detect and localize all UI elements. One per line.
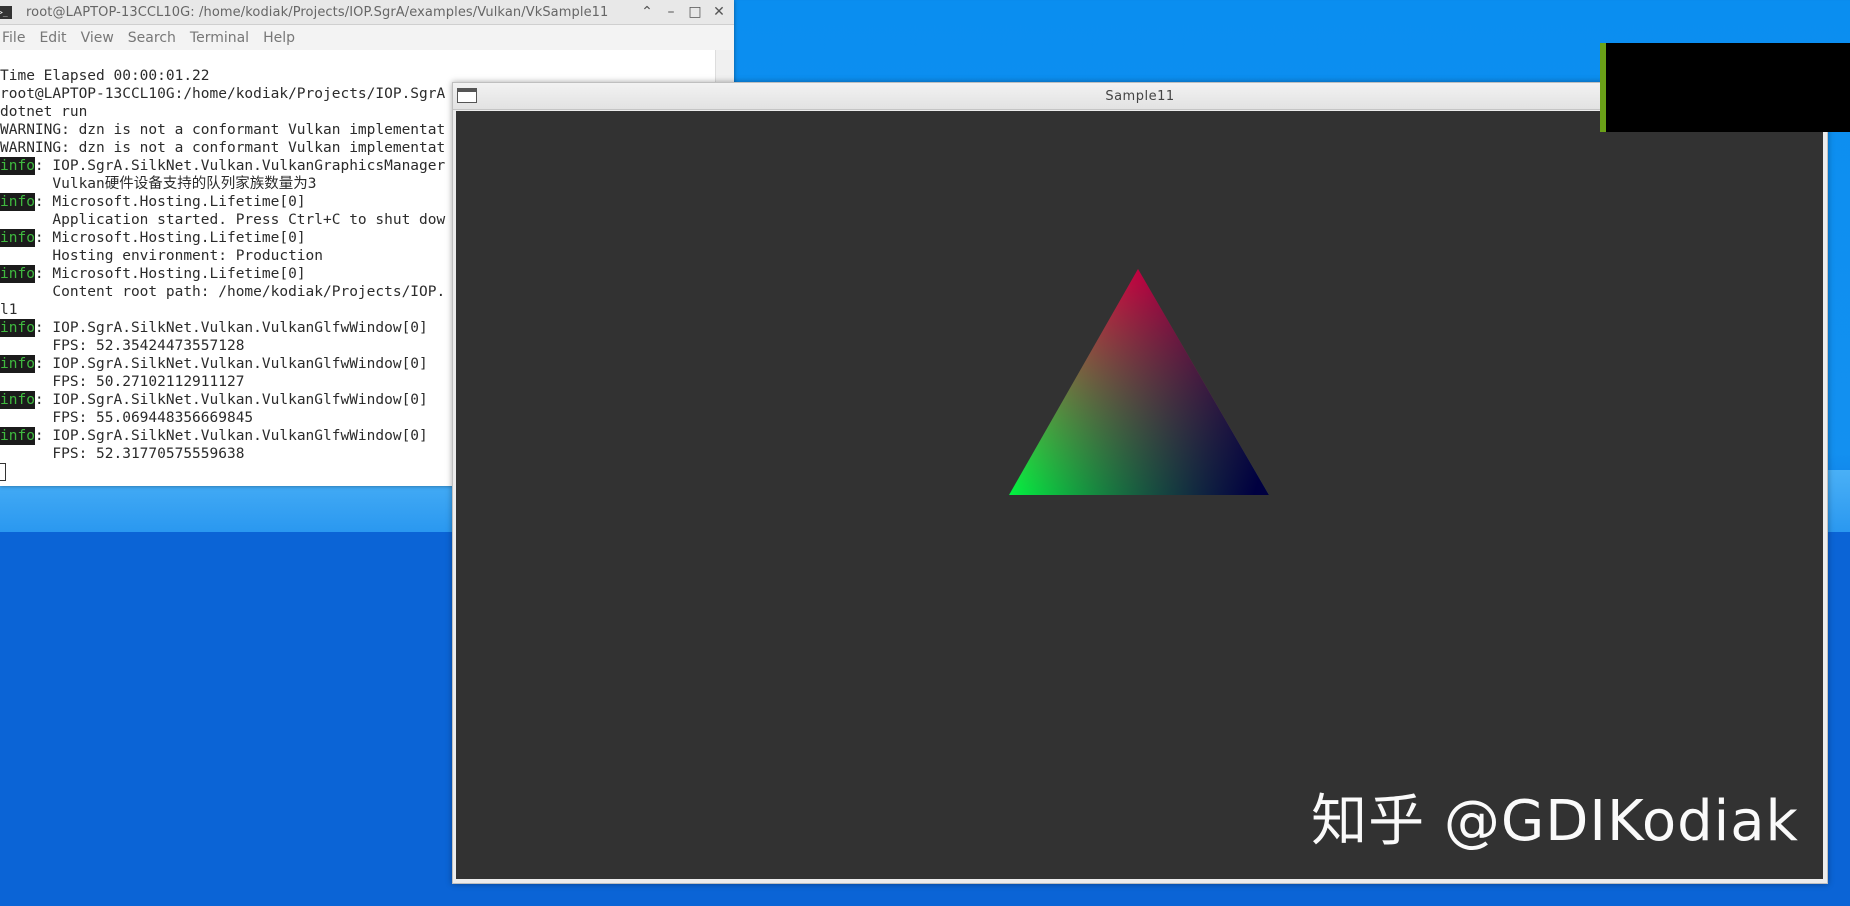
terminal-line-text: WARNING: dzn is not a conformant Vulkan … — [0, 140, 446, 156]
terminal-line-text: Content root path: /home/kodiak/Projects… — [0, 284, 446, 300]
menu-help[interactable]: Help — [259, 30, 305, 46]
terminal-app-icon: >_ — [0, 5, 12, 19]
triangle-canvas — [1009, 269, 1269, 495]
terminal-line-text: : IOP.SgrA.SilkNet.Vulkan.VulkanGlfwWind… — [34, 320, 428, 336]
terminal-cursor — [0, 463, 6, 481]
watermark: 知乎 @GDIKodiak — [1311, 789, 1799, 854]
terminal-line-text: : IOP.SgrA.SilkNet.Vulkan.VulkanGlfwWind… — [34, 428, 428, 444]
terminal-line-text: : Microsoft.Hosting.Lifetime[0] — [34, 194, 306, 210]
window-icon[interactable] — [457, 88, 477, 103]
menu-view[interactable]: View — [77, 30, 124, 46]
terminal-line-text: FPS: 55.069448356669845 — [0, 410, 254, 426]
terminal-line-text: Vulkan硬件设备支持的队列家族数量为3 — [0, 176, 317, 192]
log-level-tag: info — [0, 391, 35, 409]
terminal-line-text: WARNING: dzn is not a conformant Vulkan … — [0, 122, 446, 138]
terminal-line-text: Time Elapsed 00:00:01.22 — [0, 68, 210, 84]
terminal-line-text: : Microsoft.Hosting.Lifetime[0] — [34, 266, 306, 282]
chevron-up-icon[interactable]: ⌃ — [640, 4, 654, 20]
close-icon[interactable]: ✕ — [712, 4, 726, 20]
terminal-line-text: dotnet run — [0, 104, 88, 120]
terminal-line-text: Hosting environment: Production — [0, 248, 324, 264]
terminal-line-text: : IOP.SgrA.SilkNet.Vulkan.VulkanGlfwWind… — [34, 356, 428, 372]
terminal-line-text: FPS: 52.31770575559638 — [0, 446, 245, 462]
terminal-line-text: : Microsoft.Hosting.Lifetime[0] — [34, 230, 306, 246]
terminal-line-text: : IOP.SgrA.SilkNet.Vulkan.VulkanGraphics… — [34, 158, 446, 174]
terminal-titlebar[interactable]: >_ root@LAPTOP-13CCL10G: /home/kodiak/Pr… — [0, 0, 734, 25]
terminal-line-text: l1 — [0, 302, 18, 318]
vulkan-viewport[interactable]: 知乎 @GDIKodiak — [456, 111, 1823, 879]
log-level-tag: info — [0, 265, 35, 283]
log-level-tag: info — [0, 355, 35, 373]
terminal-window-controls: ⌃ – □ ✕ — [640, 4, 726, 20]
terminal-line-text: Application started. Press Ctrl+C to shu… — [0, 212, 446, 228]
overlay-black-panel — [1600, 43, 1850, 132]
log-level-tag: info — [0, 319, 35, 337]
terminal-line-text: : IOP.SgrA.SilkNet.Vulkan.VulkanGlfwWind… — [34, 392, 428, 408]
log-level-tag: info — [0, 229, 35, 247]
log-level-tag: info — [0, 157, 35, 175]
terminal-line-text: FPS: 52.35424473557128 — [0, 338, 245, 354]
log-level-tag: info — [0, 193, 35, 211]
menu-file[interactable]: File — [0, 30, 35, 46]
terminal-line-text: root@LAPTOP-13CCL10G:/home/kodiak/Projec… — [0, 86, 446, 102]
menu-search[interactable]: Search — [124, 30, 186, 46]
sample-window[interactable]: Sample11 知乎 @GDIKodiak — [452, 82, 1828, 884]
log-level-tag: info — [0, 427, 35, 445]
minimize-icon[interactable]: – — [664, 4, 678, 20]
terminal-line-text: FPS: 50.27102112911127 — [0, 374, 245, 390]
terminal-menubar: File Edit View Search Terminal Help — [0, 25, 734, 50]
menu-terminal[interactable]: Terminal — [186, 30, 259, 46]
rgb-triangle-shade — [1009, 269, 1269, 495]
maximize-icon[interactable]: □ — [688, 4, 702, 20]
terminal-title: root@LAPTOP-13CCL10G: /home/kodiak/Proje… — [26, 4, 609, 20]
sample-title: Sample11 — [1105, 88, 1175, 104]
menu-edit[interactable]: Edit — [35, 30, 76, 46]
